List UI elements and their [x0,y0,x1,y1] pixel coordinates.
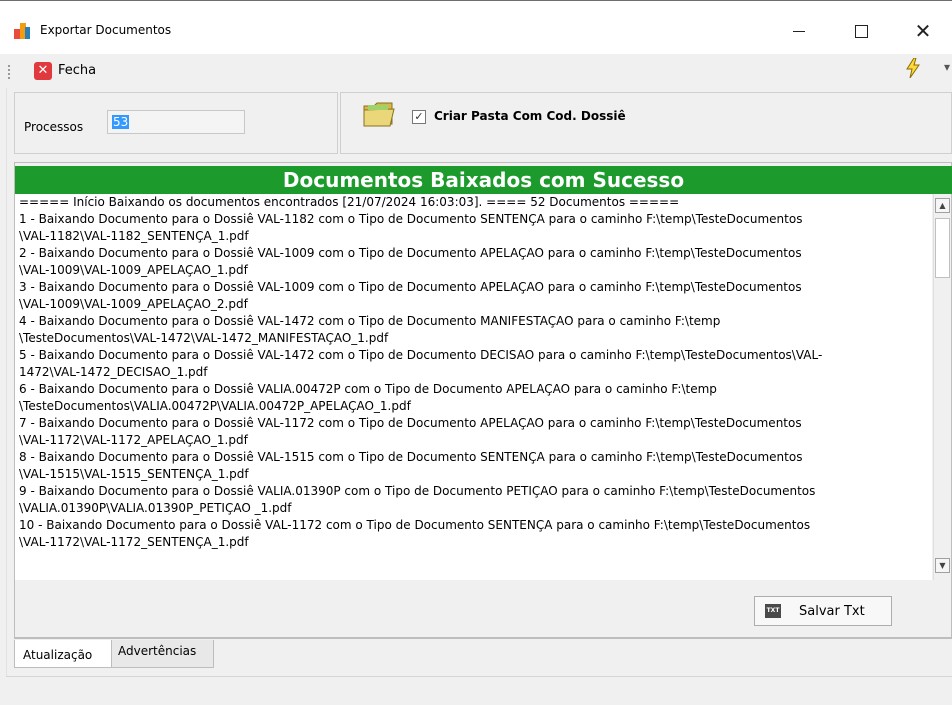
log-line: 6 - Baixando Documento para o Dossiê VAL… [19,382,717,396]
tabs-divider [14,638,952,639]
scroll-up-icon[interactable]: ▲ [935,198,950,213]
processos-label: Processos [24,120,84,134]
log-line: \VAL-1182\VAL-1182_SENTENÇA_1.pdf [19,229,249,243]
salvar-txt-label: Salvar Txt [799,604,865,619]
scroll-down-icon[interactable]: ▼ [935,558,950,573]
toolbar-overflow-icon[interactable]: ▾ [944,60,950,74]
log-textarea[interactable]: ===== Início Baixando os documentos enco… [15,194,932,580]
app-icon [14,23,30,39]
log-line: 8 - Baixando Documento para o Dossiê VAL… [19,450,803,464]
lightning-icon[interactable] [905,58,921,78]
status-banner: Documentos Baixados com Sucesso [15,166,952,194]
log-line: 1 - Baixando Documento para o Dossiê VAL… [19,212,803,226]
log-line: 4 - Baixando Documento para o Dossiê VAL… [19,314,721,328]
log-line: 3 - Baixando Documento para o Dossiê VAL… [19,280,802,294]
tab-atualizacao-label: Atualização [23,648,93,662]
log-line: 5 - Baixando Documento para o Dossiê VAL… [19,348,823,362]
log-line: \VAL-1515\VAL-1515_SENTENÇA_1.pdf [19,467,249,481]
log-line: \VALIA.01390P\VALIA.01390P_PETIÇAO _1.pd… [19,501,292,515]
close-icon: ✕ [914,19,932,43]
log-line: \TesteDocumentos\VALIA.00472P\VALIA.0047… [19,399,411,413]
log-line: ===== Início Baixando os documentos enco… [19,195,680,209]
maximize-button[interactable] [838,13,884,49]
log-line: 9 - Baixando Documento para o Dossiê VAL… [19,484,816,498]
options-panel [340,92,952,154]
scroll-thumb[interactable] [935,218,950,278]
divider [6,88,7,704]
processos-field[interactable]: 53 [107,110,245,134]
salvar-txt-button[interactable]: TXT Salvar Txt [754,596,892,626]
log-line: 10 - Baixando Documento para o Dossiê VA… [19,518,811,532]
log-line: \VAL-1172\VAL-1172_APELAÇAO_1.pdf [19,433,248,447]
minimize-icon [793,31,805,32]
fecha-label: Fecha [58,63,97,78]
close-red-icon: ✕ [34,62,52,80]
log-scrollbar[interactable]: ▲ ▼ [933,194,951,580]
title-bar: Exportar Documentos ✕ [0,0,952,55]
log-line: 7 - Baixando Documento para o Dossiê VAL… [19,416,802,430]
folder-icon[interactable] [362,100,396,128]
criar-pasta-label: Criar Pasta Com Cod. Dossiê [434,109,626,123]
tab-advertencias[interactable]: Advertências [112,640,214,668]
log-line: 2 - Baixando Documento para o Dossiê VAL… [19,246,802,260]
toolbar: ✕ Fecha [0,54,952,88]
status-bar [6,676,952,705]
log-line: \TesteDocumentos\VAL-1472\VAL-1472_MANIF… [19,331,389,345]
processos-value: 53 [112,115,130,129]
maximize-icon [854,25,868,38]
close-button[interactable]: ✕ [900,13,946,49]
window-title: Exportar Documentos [40,23,172,37]
minimize-button[interactable] [776,13,822,49]
criar-pasta-checkbox[interactable]: ✓ [412,110,426,124]
toolbar-grip[interactable] [8,65,10,79]
txt-file-icon: TXT [765,604,781,618]
log-line: 1472\VAL-1472_DECISAO_1.pdf [19,365,208,379]
tab-atualizacao[interactable]: Atualização [14,640,112,668]
tab-advertencias-label: Advertências [118,644,197,658]
log-line: \VAL-1009\VAL-1009_APELAÇAO_1.pdf [19,263,248,277]
log-line: \VAL-1172\VAL-1172_SENTENÇA_1.pdf [19,535,249,549]
log-line: \VAL-1009\VAL-1009_APELAÇAO_2.pdf [19,297,248,311]
